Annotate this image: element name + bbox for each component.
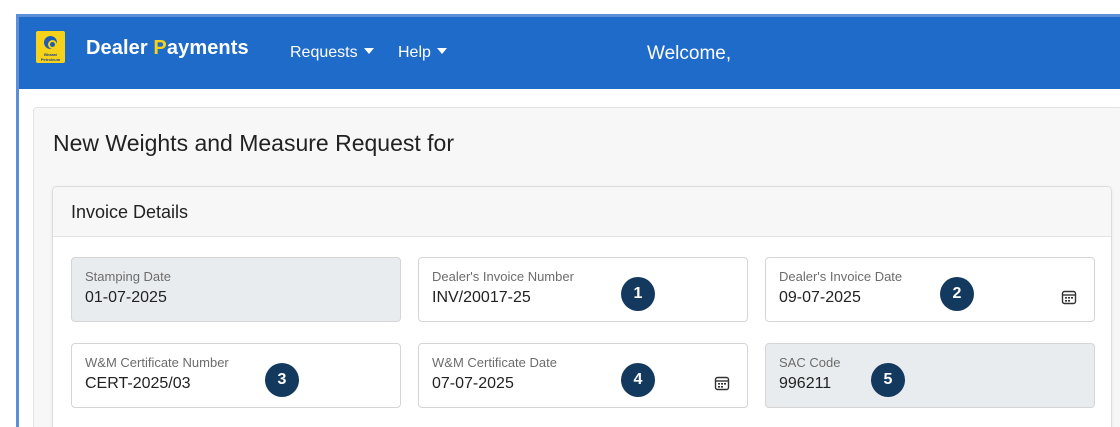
stamping-date-input	[85, 289, 305, 307]
stamping-date-field: Stamping Date	[71, 257, 401, 322]
calendar-icon[interactable]	[1061, 289, 1077, 305]
invoice-number-field[interactable]: Dealer's Invoice Number 1	[418, 257, 748, 322]
logo-text: Bharat Petroleum	[40, 52, 61, 62]
invoice-number-label: Dealer's Invoice Number	[432, 269, 574, 284]
nav-help-dropdown[interactable]: Help	[398, 44, 447, 62]
nav-requests-dropdown[interactable]: Requests	[290, 44, 374, 62]
step-marker-1: 1	[621, 277, 655, 311]
nav-help-label: Help	[398, 44, 431, 61]
certificate-number-field[interactable]: W&M Certificate Number 3	[71, 343, 401, 408]
certificate-number-label: W&M Certificate Number	[85, 355, 229, 370]
sac-code-field: SAC Code 5	[765, 343, 1095, 408]
brand-title[interactable]: Dealer Payments	[86, 37, 249, 60]
certificate-date-label: W&M Certificate Date	[432, 355, 557, 370]
certificate-date-field[interactable]: W&M Certificate Date 4	[418, 343, 748, 408]
calendar-icon[interactable]	[714, 375, 730, 391]
welcome-text: Welcome,	[647, 43, 732, 64]
brand-part2: ayments	[166, 37, 249, 59]
stamping-date-label: Stamping Date	[85, 269, 171, 284]
step-marker-5: 5	[871, 363, 905, 397]
nav-requests-label: Requests	[290, 44, 358, 61]
step-marker-3: 3	[265, 363, 299, 397]
invoice-number-input[interactable]	[432, 289, 652, 307]
logo-emblem-icon	[42, 34, 59, 51]
brand-accent-letter: P	[153, 37, 167, 59]
request-page-card: New Weights and Measure Request for Invo…	[33, 107, 1120, 427]
bharat-petroleum-logo[interactable]: Bharat Petroleum	[36, 31, 65, 63]
brand-part1: Dealer	[86, 37, 154, 59]
section-title: Invoice Details	[71, 202, 189, 222]
app-window: Bharat Petroleum Dealer Payments Request…	[16, 14, 1120, 427]
navbar: Bharat Petroleum Dealer Payments Request…	[19, 17, 1120, 89]
section-header: Invoice Details	[53, 187, 1111, 237]
step-marker-4: 4	[621, 363, 655, 397]
sac-code-label: SAC Code	[779, 355, 841, 370]
invoice-details-section: Invoice Details Stamping Date Dealer's I…	[52, 186, 1112, 427]
certificate-date-input[interactable]	[432, 375, 652, 393]
page-title: New Weights and Measure Request for	[53, 130, 454, 156]
caret-down-icon	[436, 48, 447, 54]
invoice-date-label: Dealer's Invoice Date	[779, 269, 903, 284]
caret-down-icon	[363, 48, 374, 54]
invoice-date-field[interactable]: Dealer's Invoice Date 2	[765, 257, 1095, 322]
step-marker-2: 2	[940, 277, 974, 311]
